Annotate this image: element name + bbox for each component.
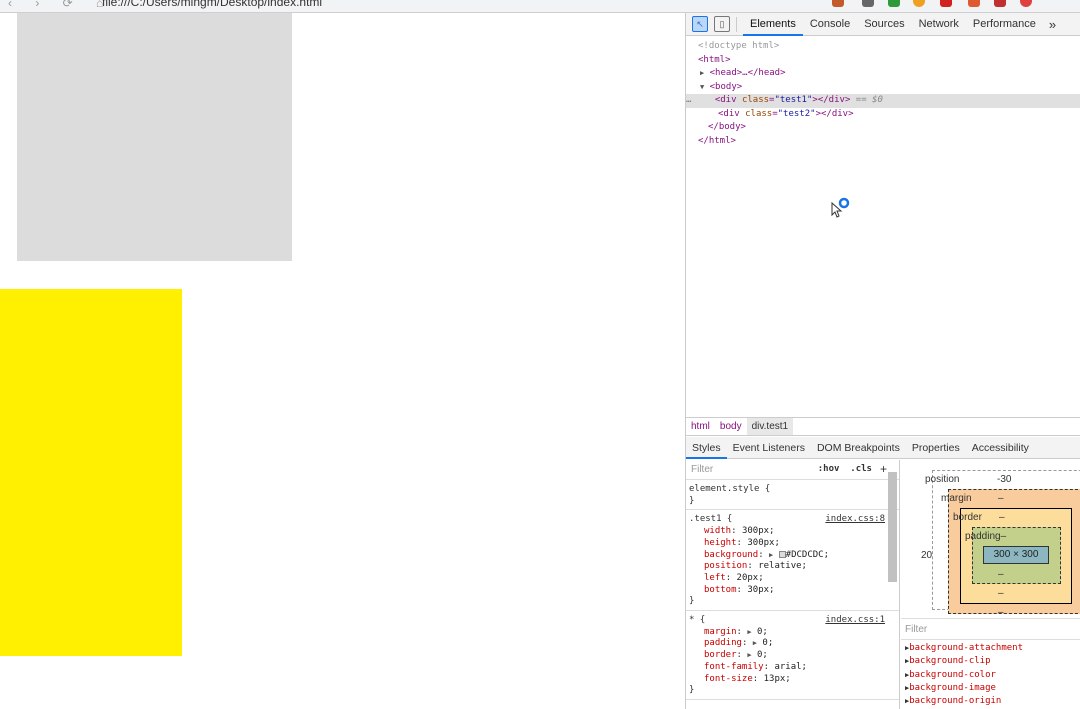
position-left-value[interactable]: 20: [921, 550, 932, 561]
toolbar-divider: [736, 16, 737, 32]
loading-cursor-icon: [831, 197, 850, 218]
tab-event-listeners[interactable]: Event Listeners: [727, 437, 811, 459]
tab-dom-breakpoints[interactable]: DOM Breakpoints: [811, 437, 906, 459]
dom-node-div-test2[interactable]: <div class="test2"></div>: [686, 108, 1080, 122]
tab-console[interactable]: Console: [803, 13, 857, 36]
css-property[interactable]: background: ▶ #DCDCDC;: [689, 550, 896, 562]
padding-label: padding–: [965, 531, 1007, 542]
expand-triangle-icon[interactable]: ▶: [753, 639, 757, 647]
dom-tree: <!doctype html> <html> ▶ <head>…</head> …: [686, 37, 1080, 417]
breadcrumb-body[interactable]: body: [715, 421, 747, 432]
test1-rule[interactable]: .test1 { index.css:8 width: 300px; heigh…: [686, 510, 899, 612]
dom-node-body-close[interactable]: </body>: [686, 121, 1080, 135]
computed-property[interactable]: ▶background-attachment: [905, 642, 1023, 655]
tab-properties[interactable]: Properties: [906, 437, 966, 459]
css-property[interactable]: border: ▶ 0;: [689, 650, 896, 662]
dom-node-div-test1[interactable]: … <div class="test1"></div> == $0: [686, 94, 1080, 108]
more-tabs-icon[interactable]: »: [1049, 17, 1056, 32]
breadcrumb: html body div.test1: [686, 417, 1080, 436]
page-viewport: [0, 13, 685, 709]
padding-bottom-value[interactable]: –: [998, 569, 1004, 580]
extension-icon[interactable]: [888, 0, 900, 7]
css-property[interactable]: position: relative;: [689, 561, 896, 573]
rule-source-link[interactable]: index.css:8: [825, 514, 885, 526]
breadcrumb-div-test1[interactable]: div.test1: [746, 418, 794, 435]
rule-close: }: [689, 495, 695, 506]
tab-elements[interactable]: Elements: [743, 13, 803, 36]
new-rule-button[interactable]: +: [880, 463, 887, 476]
css-property[interactable]: padding: ▶ 0;: [689, 638, 896, 650]
border-label: border: [953, 512, 982, 523]
styles-pane: Filter :hov .cls + element.style { } .te…: [686, 460, 900, 709]
hov-toggle[interactable]: :hov .cls: [818, 464, 872, 476]
tab-accessibility[interactable]: Accessibility: [966, 437, 1035, 459]
breadcrumb-html[interactable]: html: [686, 421, 715, 432]
screen: ‹ › ⟳ ⌂ file:///C:/Users/mingm/Desktop/i…: [0, 0, 1080, 709]
collapse-triangle-icon[interactable]: ▼: [700, 83, 704, 91]
rule-close: }: [689, 596, 695, 607]
border-bottom-value[interactable]: –: [998, 588, 1004, 599]
tab-network[interactable]: Network: [912, 13, 966, 36]
element-style-rule[interactable]: element.style { }: [686, 480, 899, 511]
extension-icon[interactable]: [913, 0, 925, 7]
extension-icon[interactable]: [832, 0, 844, 7]
position-label: position: [925, 474, 960, 485]
extension-icon[interactable]: [862, 0, 874, 7]
extension-icon[interactable]: [1020, 0, 1032, 7]
devtools-panel: ↖ ▯ Elements Console Sources Network Per…: [685, 13, 1080, 709]
color-swatch[interactable]: [778, 550, 786, 558]
expand-triangle-icon[interactable]: ▶: [747, 628, 751, 636]
css-property[interactable]: height: 300px;: [689, 538, 896, 550]
css-property[interactable]: left: 20px;: [689, 573, 896, 585]
computed-list: ▶background-attachment ▶background-clip …: [905, 642, 1023, 708]
tab-sources[interactable]: Sources: [857, 13, 911, 36]
computed-property[interactable]: ▶background-clip: [905, 655, 1023, 668]
computed-property[interactable]: ▶background-image: [905, 682, 1023, 695]
box-model-content[interactable]: 300 × 300: [983, 546, 1049, 564]
tab-styles[interactable]: Styles: [686, 437, 727, 459]
computed-filter-input[interactable]: Filter: [901, 618, 1080, 640]
styles-filter-row: Filter :hov .cls +: [686, 460, 899, 480]
browser-address-bar: ‹ › ⟳ ⌂ file:///C:/Users/mingm/Desktop/i…: [0, 0, 1080, 13]
margin-top-value[interactable]: –: [998, 493, 1004, 504]
css-property[interactable]: bottom: 30px;: [689, 585, 896, 597]
computed-property[interactable]: ▶background-color: [905, 669, 1023, 682]
inspect-element-icon[interactable]: ↖: [692, 16, 708, 32]
extension-icon[interactable]: [994, 0, 1006, 7]
css-property[interactable]: font-size: 13px;: [689, 674, 896, 686]
margin-bottom-value[interactable]: –: [998, 607, 1004, 618]
position-top-value[interactable]: -30: [997, 474, 1011, 485]
expand-triangle-icon[interactable]: ▶: [747, 651, 751, 659]
computed-property[interactable]: ▶background-origin: [905, 695, 1023, 708]
styles-scrollbar[interactable]: [888, 472, 897, 582]
extension-icon[interactable]: [968, 0, 980, 7]
rule-close: }: [689, 685, 695, 696]
dom-node-body[interactable]: ▼ <body>: [686, 81, 1080, 95]
devtools-toolbar: ↖ ▯ Elements Console Sources Network Per…: [686, 13, 1080, 36]
url-field[interactable]: file:///C:/Users/mingm/Desktop/index.htm…: [102, 0, 322, 9]
rule-source-link[interactable]: index.css:1: [825, 615, 885, 627]
extension-icon[interactable]: [940, 0, 952, 7]
box-model-pane: position -30 margin – border – padding– …: [901, 460, 1080, 709]
tab-performance[interactable]: Performance: [966, 13, 1043, 36]
element-style-selector: element.style {: [689, 484, 771, 494]
margin-label: margin: [941, 493, 972, 504]
css-property[interactable]: font-family: arial;: [689, 662, 896, 674]
dom-node-doctype[interactable]: <!doctype html>: [686, 40, 1080, 54]
sidebar-tabs: Styles Event Listeners DOM Breakpoints P…: [686, 437, 1080, 459]
device-toolbar-icon[interactable]: ▯: [714, 16, 730, 32]
dom-node-head[interactable]: ▶ <head>…</head>: [686, 67, 1080, 81]
css-property[interactable]: width: 300px;: [689, 526, 896, 538]
test2-box: [0, 289, 182, 656]
browser-nav-buttons[interactable]: ‹ › ⟳ ⌂: [8, 0, 113, 10]
css-property[interactable]: margin: ▶ 0;: [689, 627, 896, 639]
dom-node-html[interactable]: <html>: [686, 54, 1080, 68]
universal-rule[interactable]: * { index.css:1 margin: ▶ 0; padding: ▶ …: [686, 611, 899, 700]
expand-triangle-icon[interactable]: ▶: [700, 69, 704, 77]
test1-box: [17, 13, 292, 261]
dom-node-html-close[interactable]: </html>: [686, 135, 1080, 149]
border-top-value[interactable]: –: [999, 512, 1005, 523]
styles-filter-input[interactable]: Filter: [691, 464, 713, 476]
expand-triangle-icon[interactable]: ▶: [769, 551, 773, 559]
